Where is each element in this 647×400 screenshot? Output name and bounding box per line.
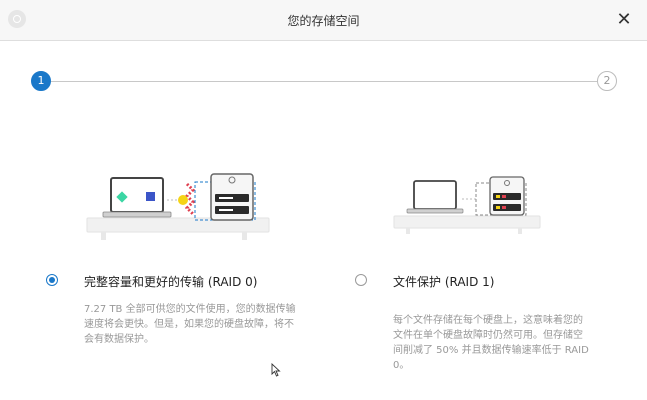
step-2-indicator: 2 [597,71,617,91]
raid1-description-line: 文件在单个硬盘故障时仍然可用。但存储空 [393,330,583,341]
window-title: 您的存储空间 [287,14,360,28]
drive-enclosure-icon [194,173,256,221]
data-stream-icon [167,182,196,216]
raid0-illustration [86,173,270,240]
raid1-description: 每个文件存储在每个硬盘上，这意味着您的 文件在单个硬盘故障时仍然可用。但存储空 … [393,313,623,373]
raid1-title: 文件保护 (RAID 1) [393,275,495,289]
raid1-description-line: 每个文件存储在每个硬盘上，这意味着您的 [393,315,583,326]
close-icon: ✕ [616,9,632,30]
table-leg-right [518,228,522,234]
raid0-description-line: 7.27 TB 全部可供您的文件使用，您的数据传输 [84,304,296,315]
raid0-title: 完整容量和更好的传输 (RAID 0) [84,275,258,289]
drive-enclosure-icon [475,176,527,216]
raid1-radio[interactable] [355,274,367,286]
close-button[interactable]: ✕ [612,8,636,32]
laptop-icon [102,177,172,218]
raid0-radio[interactable] [46,274,58,286]
table-leg-left [406,228,410,234]
raid1-illustration [393,176,541,234]
stepper-line [50,81,597,82]
title-bar: 您的存储空间 ✕ [0,0,647,41]
raid0-description-line: 会有数据保护。 [84,334,154,345]
stepper: 1 2 [0,68,647,98]
raid0-description-line: 速度将会更快。但是，如果您的硬盘故障，将不 [84,319,294,330]
mouse-pointer-icon [271,363,281,377]
table-leg-right [242,232,247,240]
step-1-indicator: 1 [31,71,51,91]
laptop-icon [406,180,464,214]
raid1-description-line: 0。 [393,360,410,371]
raid1-description-line: 间削减了 50% 并且数据传输速率低于 RAID [393,345,589,356]
raid0-description: 7.27 TB 全部可供您的文件使用，您的数据传输 速度将会更快。但是，如果您的… [84,302,324,347]
table-top [393,215,541,229]
table-leg-left [101,232,106,240]
